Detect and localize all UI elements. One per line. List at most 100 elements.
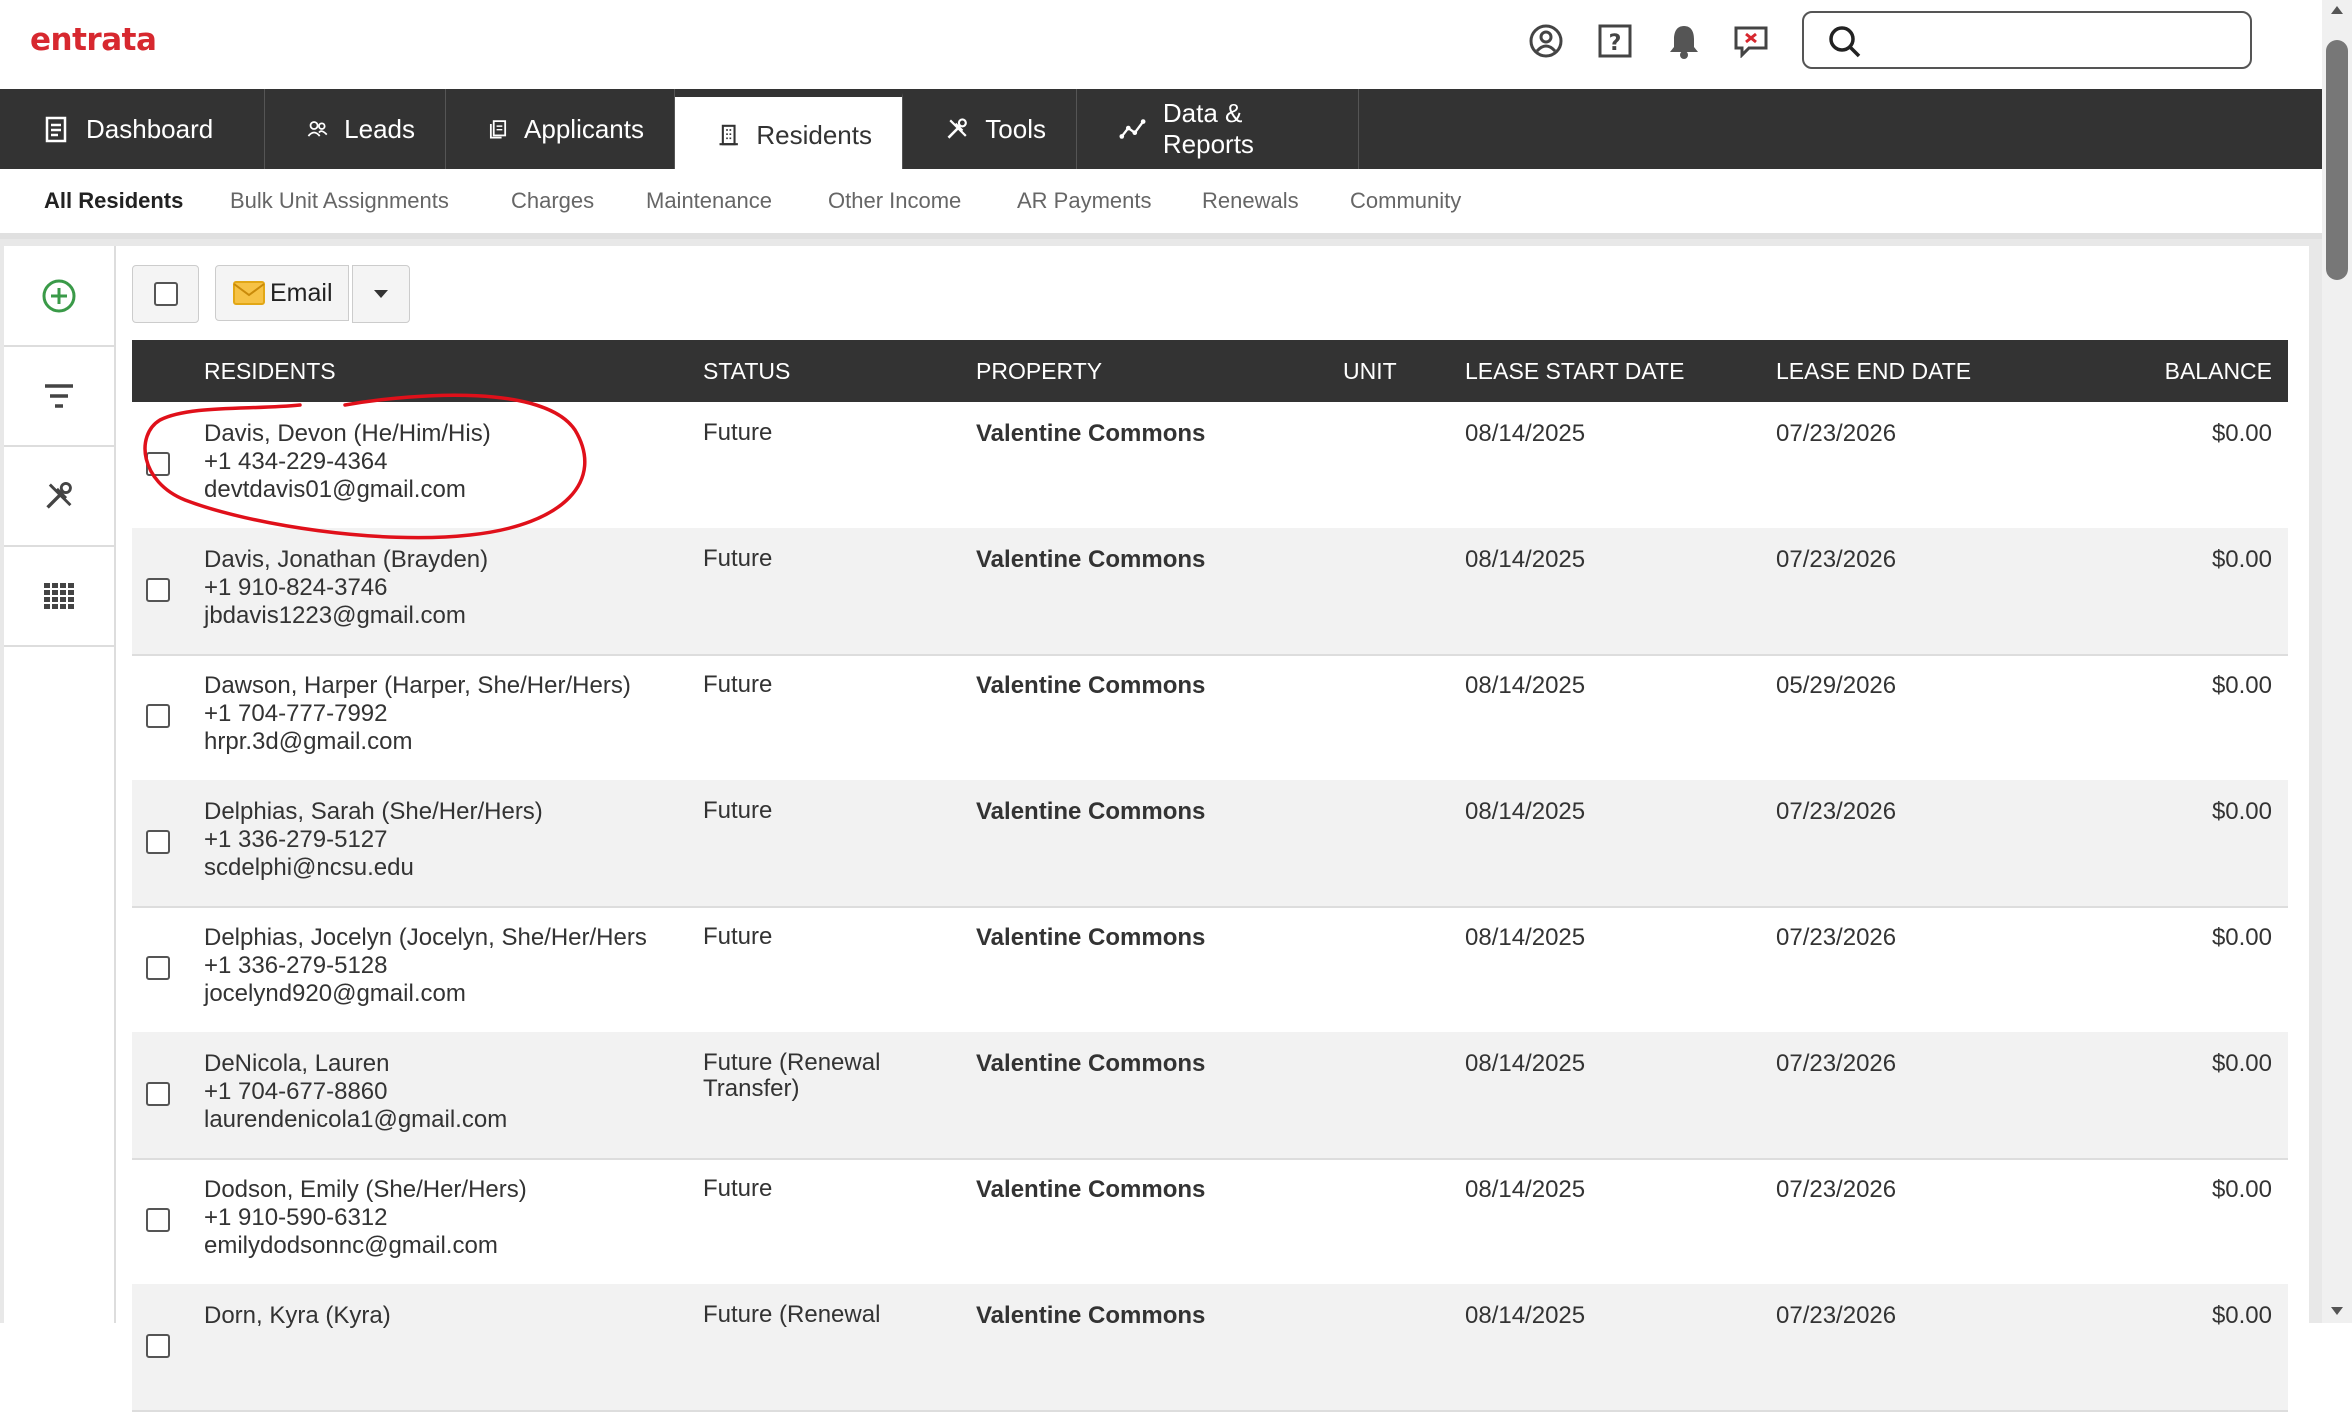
lease-end-cell: 07/23/2026	[1776, 924, 1897, 951]
col-property[interactable]: PROPERTY	[976, 358, 1102, 385]
subtab-ar-payments[interactable]: AR Payments	[1017, 188, 1152, 214]
user-circle-icon[interactable]	[1525, 20, 1567, 62]
subtab-maintenance[interactable]: Maintenance	[646, 188, 772, 214]
row-checkbox[interactable]	[146, 578, 170, 602]
clipboard-icon	[45, 116, 67, 143]
status-cell: Future (Renewal Transfer)	[703, 1049, 881, 1102]
help-icon[interactable]: ?	[1594, 20, 1636, 62]
row-checkbox[interactable]	[146, 1082, 170, 1106]
email-dropdown-button[interactable]	[352, 265, 410, 323]
status-cell: Future	[703, 419, 773, 446]
search-icon	[1829, 26, 1861, 58]
resident-name-link[interactable]: Dorn, Kyra (Kyra)	[204, 1302, 684, 1330]
building-icon	[719, 124, 738, 146]
col-unit[interactable]: UNIT	[1343, 358, 1397, 385]
resident-phone: +1 434-229-4364	[204, 448, 388, 475]
row-checkbox[interactable]	[146, 452, 170, 476]
tab-applicants[interactable]: Applicants	[446, 89, 675, 169]
subtab-charges[interactable]: Charges	[511, 188, 594, 214]
add-resident-button[interactable]	[4, 246, 114, 347]
row-checkbox[interactable]	[146, 1334, 170, 1358]
feedback-icon[interactable]	[1730, 20, 1772, 62]
col-status[interactable]: STATUS	[703, 358, 790, 385]
email-button[interactable]: Email	[215, 265, 349, 321]
resident-name-link[interactable]: Davis, Devon (He/Him/His)	[204, 420, 684, 448]
chart-line-icon	[1119, 119, 1146, 139]
col-residents[interactable]: RESIDENTS	[204, 358, 336, 385]
balance-cell: $0.00	[2211, 672, 2272, 699]
subtab-bulk-unit-assignments[interactable]: Bulk Unit Assignments	[230, 188, 449, 214]
tab-data-reports[interactable]: Data & Reports	[1077, 89, 1359, 169]
lease-start-cell: 08/14/2025	[1465, 1176, 1586, 1203]
left-sidebar	[4, 246, 116, 1323]
tab-residents[interactable]: Residents	[675, 93, 903, 173]
resident-phone: +1 704-777-7992	[204, 700, 388, 727]
tab-label: Leads	[344, 113, 415, 144]
table-row[interactable]: Delphias, Sarah (She/Her/Hers) +1 336-279…	[132, 780, 2288, 908]
tools-icon	[46, 481, 72, 509]
tab-dashboard[interactable]: Dashboard	[0, 89, 265, 169]
property-cell: Valentine Commons	[976, 1050, 1206, 1077]
search-input[interactable]	[1802, 11, 2252, 69]
scrollbar-thumb[interactable]	[2326, 40, 2348, 280]
bell-icon[interactable]	[1663, 20, 1705, 62]
table-row[interactable]: Delphias, Jocelyn (Jocelyn, She/Her/Hers…	[132, 906, 2288, 1034]
lease-end-cell: 05/29/2026	[1776, 672, 1897, 699]
table-row[interactable]: Davis, Devon (He/Him/His) +1 434-229-4364…	[132, 402, 2288, 530]
resident-email: devtdavis01@gmail.com	[204, 476, 466, 503]
property-cell: Valentine Commons	[976, 1176, 1206, 1203]
row-checkbox[interactable]	[146, 704, 170, 728]
entrata-logo[interactable]: entrata	[30, 22, 157, 58]
scroll-up-icon[interactable]	[2329, 4, 2345, 16]
resident-name-link[interactable]: Dodson, Emily (She/Her/Hers)	[204, 1176, 684, 1204]
table-row[interactable]: Dodson, Emily (She/Her/Hers) +1 910-590-6…	[132, 1158, 2288, 1286]
tab-leads[interactable]: Leads	[265, 89, 446, 169]
resident-phone: +1 336-279-5128	[204, 952, 388, 979]
subtab-all-residents[interactable]: All Residents	[44, 188, 183, 214]
resident-email: emilydodsonnc@gmail.com	[204, 1232, 498, 1259]
property-cell: Valentine Commons	[976, 924, 1206, 951]
tab-tools[interactable]: Tools	[903, 89, 1077, 169]
filter-button[interactable]	[4, 346, 114, 447]
table-row[interactable]: Dawson, Harper (Harper, She/Her/Hers) +1 …	[132, 654, 2288, 782]
lease-end-cell: 07/23/2026	[1776, 798, 1897, 825]
subtab-renewals[interactable]: Renewals	[1202, 188, 1299, 214]
envelope-icon	[233, 281, 265, 305]
resident-phone: +1 910-824-3746	[204, 574, 388, 601]
balance-cell: $0.00	[2211, 420, 2272, 447]
lease-start-cell: 08/14/2025	[1465, 798, 1586, 825]
resident-name-link[interactable]: DeNicola, Lauren	[204, 1050, 684, 1078]
resident-name-link[interactable]: Davis, Jonathan (Brayden)	[204, 546, 684, 574]
resident-name-link[interactable]: Delphias, Sarah (She/Her/Hers)	[204, 798, 684, 826]
lease-start-cell: 08/14/2025	[1465, 672, 1586, 699]
resident-name-link[interactable]: Delphias, Jocelyn (Jocelyn, She/Her/Hers	[204, 924, 684, 952]
tools-button[interactable]	[4, 446, 114, 547]
col-lease-start[interactable]: LEASE START DATE	[1465, 358, 1684, 385]
select-all-checkbox[interactable]	[153, 282, 178, 306]
columns-button[interactable]	[4, 546, 114, 647]
documents-icon	[489, 120, 507, 139]
columns-icon	[44, 582, 74, 609]
lease-end-cell: 07/23/2026	[1776, 1050, 1897, 1077]
table-row[interactable]: DeNicola, Lauren +1 704-677-8860 laurenden…	[132, 1032, 2288, 1160]
col-balance[interactable]: BALANCE	[2165, 358, 2272, 385]
table-row[interactable]: Davis, Jonathan (Brayden) +1 910-824-3746…	[132, 528, 2288, 656]
lease-start-cell: 08/14/2025	[1465, 1050, 1586, 1077]
resident-name-link[interactable]: Dawson, Harper (Harper, She/Her/Hers)	[204, 672, 684, 700]
property-cell: Valentine Commons	[976, 798, 1206, 825]
subtab-other-income[interactable]: Other Income	[828, 188, 961, 214]
caret-down-icon	[374, 290, 388, 298]
balance-cell: $0.00	[2211, 798, 2272, 825]
property-cell: Valentine Commons	[976, 672, 1206, 699]
scroll-down-icon[interactable]	[2329, 1305, 2345, 1317]
resident-phone: +1 704-677-8860	[204, 1078, 388, 1105]
row-checkbox[interactable]	[146, 956, 170, 980]
table-row[interactable]: Dorn, Kyra (Kyra) Future (Renewal Valentin…	[132, 1284, 2288, 1412]
col-lease-end[interactable]: LEASE END DATE	[1776, 358, 1971, 385]
tab-label: Applicants	[524, 113, 644, 144]
subtab-community[interactable]: Community	[1350, 188, 1461, 214]
select-all-toggle[interactable]	[132, 265, 199, 323]
svg-text:?: ?	[1609, 31, 1622, 56]
row-checkbox[interactable]	[146, 1208, 170, 1232]
row-checkbox[interactable]	[146, 830, 170, 854]
